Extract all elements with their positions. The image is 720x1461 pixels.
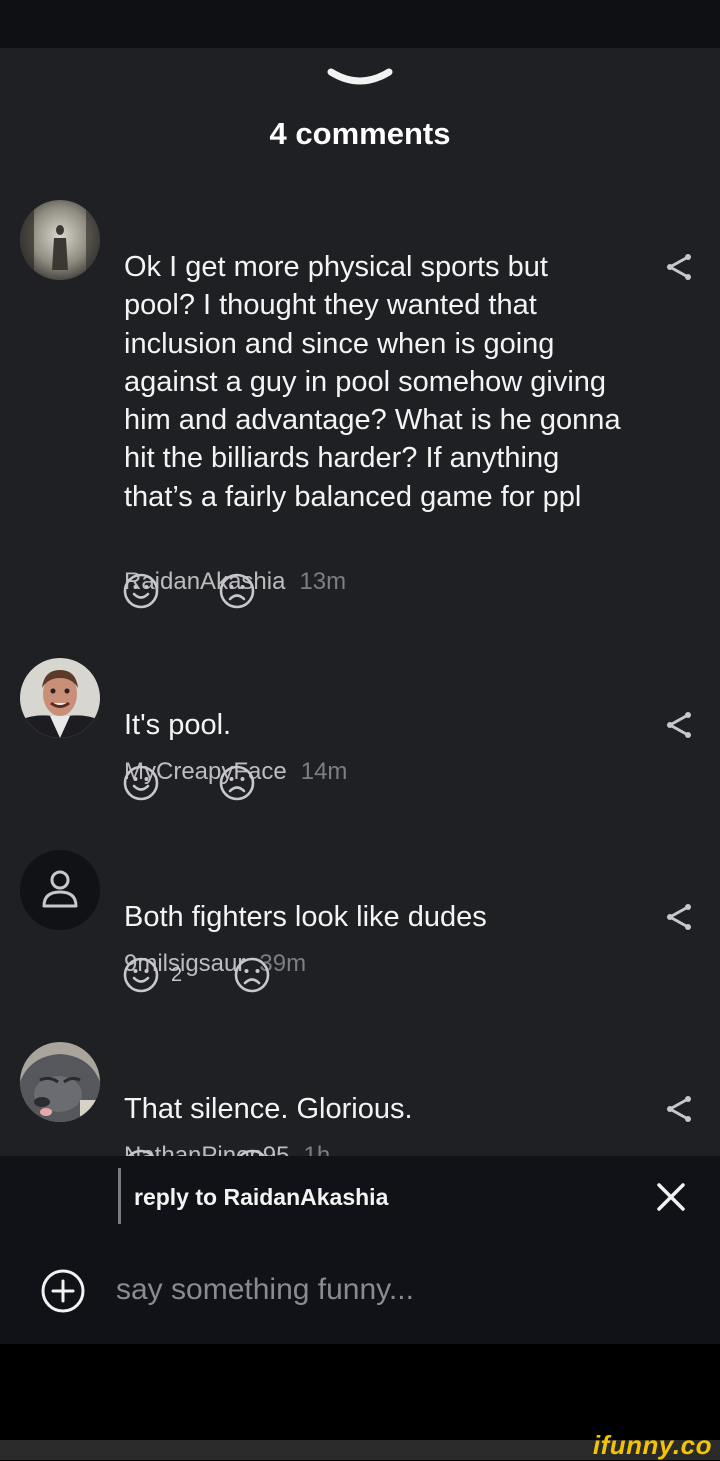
comment-time: 13m (299, 568, 347, 595)
smile-icon[interactable] (122, 1148, 160, 1156)
add-icon[interactable] (40, 1268, 86, 1314)
comment-text: That silence. Glorious. (124, 1093, 413, 1125)
avatar[interactable] (20, 200, 100, 280)
avatar[interactable] (20, 1042, 100, 1122)
smile-icon[interactable] (122, 956, 160, 994)
comment-item: It's pool. MyCreapyFace 14m (0, 658, 720, 798)
reply-indicator (118, 1168, 121, 1224)
comment-text: It's pool. (124, 709, 232, 741)
comment-time: 1h (303, 1142, 331, 1156)
ifunny-watermark: ifunny.co (592, 1430, 712, 1460)
share-icon[interactable] (664, 902, 696, 932)
frown-icon[interactable] (233, 956, 271, 994)
frown-icon[interactable] (218, 572, 256, 610)
frown-icon[interactable] (233, 1148, 271, 1156)
smile-icon[interactable] (122, 764, 160, 802)
comment-time: 14m (300, 758, 348, 785)
close-icon[interactable] (654, 1180, 688, 1214)
share-icon[interactable] (664, 1094, 696, 1124)
reply-bar: reply to RaidanAkashia (0, 1156, 720, 1344)
smile-count: 2 (171, 964, 183, 986)
share-icon[interactable] (664, 252, 696, 282)
comment-item: Both fighters look like dudes 9milsigsau… (0, 850, 720, 990)
comment-input[interactable] (116, 1266, 636, 1314)
status-bar (0, 0, 720, 48)
smile-icon[interactable] (122, 572, 160, 610)
avatar[interactable] (20, 658, 100, 738)
chevron-down-icon[interactable] (325, 66, 395, 96)
comment-item: That silence. Glorious. NathanPinon95 1h (0, 1042, 720, 1156)
comment-text: Both fighters look like dudes (124, 901, 487, 933)
comments-sheet: 4 comments Ok I get more physical sports (0, 48, 720, 1156)
comment-item: Ok I get more physical sports but pool? … (0, 200, 720, 620)
share-icon[interactable] (664, 710, 696, 740)
comments-title: 4 comments (269, 116, 451, 151)
avatar[interactable] (20, 850, 100, 930)
reply-label: reply to RaidanAkashia (134, 1184, 389, 1210)
frown-icon[interactable] (218, 764, 256, 802)
comment-text: Ok I get more physical sports but pool? … (124, 251, 621, 513)
